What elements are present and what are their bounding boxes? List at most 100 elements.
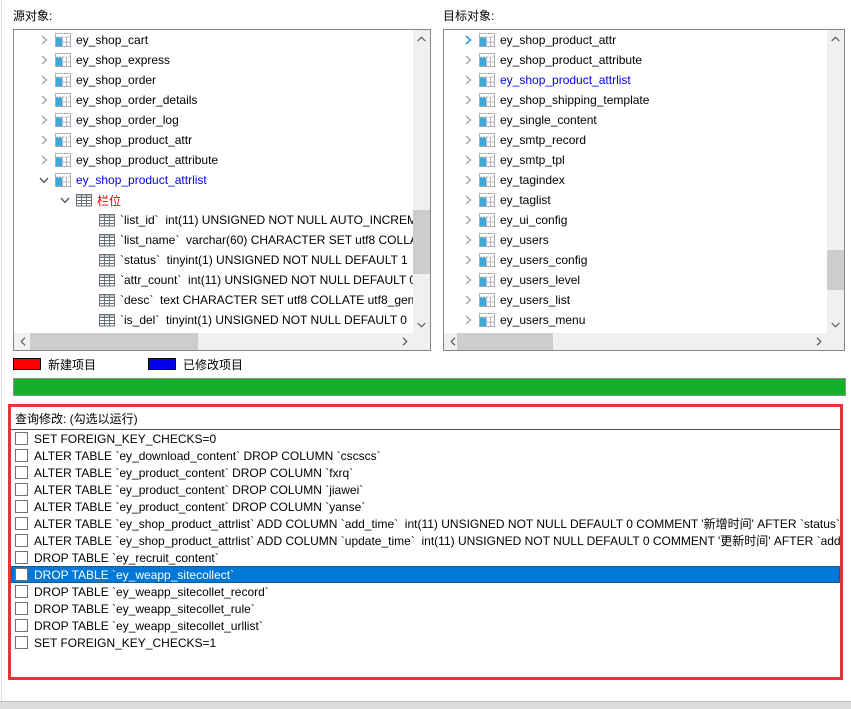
chevron-right-icon[interactable]	[460, 212, 476, 228]
tree-item-ey-shop-product-attribute[interactable]: ey_shop_product_attribute	[14, 150, 413, 170]
query-row-alter-table-ey-shop-product-attrlist-add-column-add-time-int-11-unsigned-not-null-default-0-comment-after-status[interactable]: ALTER TABLE `ey_shop_product_attrlist` A…	[11, 515, 840, 532]
tree-item-label: ey_shop_product_attr	[500, 33, 616, 47]
tree-item-ey-users-menu[interactable]: ey_users_menu	[444, 310, 827, 330]
scroll-right-icon[interactable]	[396, 333, 413, 350]
tree-item-label: ey_shop_product_attrlist	[500, 73, 631, 87]
tree-item-ey-shop-express[interactable]: ey_shop_express	[14, 50, 413, 70]
checkbox[interactable]	[15, 432, 28, 445]
checkbox[interactable]	[15, 619, 28, 632]
chevron-right-icon[interactable]	[460, 192, 476, 208]
checkbox[interactable]	[15, 466, 28, 479]
tree-item-attr-count-int-11-unsigned-not-null-default-0[interactable]: `attr_count` int(11) UNSIGNED NOT NULL D…	[14, 270, 413, 290]
chevron-right-icon[interactable]	[460, 132, 476, 148]
tree-item-ey-users-config[interactable]: ey_users_config	[444, 250, 827, 270]
scroll-right-icon[interactable]	[810, 333, 827, 350]
tree-item-ey-single-content[interactable]: ey_single_content	[444, 110, 827, 130]
chevron-right-icon[interactable]	[36, 92, 52, 108]
chevron-right-icon[interactable]	[36, 152, 52, 168]
target-horizontal-scrollbar[interactable]	[444, 333, 827, 350]
source-hscroll-thumb[interactable]	[30, 333, 198, 350]
chevron-right-icon[interactable]	[460, 172, 476, 188]
chevron-right-icon[interactable]	[460, 32, 476, 48]
tree-item-ey-smtp-record[interactable]: ey_smtp_record	[444, 130, 827, 150]
query-row-alter-table-ey-download-content-drop-column-cscscs[interactable]: ALTER TABLE `ey_download_content` DROP C…	[11, 447, 840, 464]
checkbox[interactable]	[15, 517, 28, 530]
chevron-right-icon[interactable]	[460, 112, 476, 128]
chevron-right-icon[interactable]	[460, 272, 476, 288]
query-row-drop-table-ey-weapp-sitecollect[interactable]: DROP TABLE `ey_weapp_sitecollect`	[11, 566, 840, 583]
source-horizontal-scrollbar[interactable]	[14, 333, 413, 350]
tree-item-ey-taglist[interactable]: ey_taglist	[444, 190, 827, 210]
chevron-right-icon[interactable]	[36, 132, 52, 148]
query-row-set-foreign-key-checks-1[interactable]: SET FOREIGN_KEY_CHECKS=1	[11, 634, 840, 651]
tree-item-ey-users-list[interactable]: ey_users_list	[444, 290, 827, 310]
query-row-set-foreign-key-checks-0[interactable]: SET FOREIGN_KEY_CHECKS=0	[11, 430, 840, 447]
query-row-alter-table-ey-shop-product-attrlist-add-column-update-time-int-11-unsigned-not-null-default-0-comment-after-add-time[interactable]: ALTER TABLE `ey_shop_product_attrlist` A…	[11, 532, 840, 549]
checkbox[interactable]	[15, 568, 28, 581]
chevron-right-icon[interactable]	[460, 252, 476, 268]
chevron-right-icon[interactable]	[460, 232, 476, 248]
tree-item-ey-shop-order[interactable]: ey_shop_order	[14, 70, 413, 90]
chevron-right-icon[interactable]	[460, 72, 476, 88]
query-row-drop-table-ey-weapp-sitecollet-urllist[interactable]: DROP TABLE `ey_weapp_sitecollet_urllist`	[11, 617, 840, 634]
query-row-alter-table-ey-product-content-drop-column-jiawei[interactable]: ALTER TABLE `ey_product_content` DROP CO…	[11, 481, 840, 498]
checkbox[interactable]	[15, 534, 28, 547]
tree-item-ey-smtp-tpl[interactable]: ey_smtp_tpl	[444, 150, 827, 170]
target-vertical-scrollbar[interactable]	[827, 30, 844, 333]
tree-item-ey-users[interactable]: ey_users	[444, 230, 827, 250]
tree-item-ey-shop-product-attr[interactable]: ey_shop_product_attr	[14, 130, 413, 150]
checkbox[interactable]	[15, 449, 28, 462]
tree-item-ey-shop-order-log[interactable]: ey_shop_order_log	[14, 110, 413, 130]
scroll-up-icon[interactable]	[827, 30, 844, 47]
tree-item-ey-ui-config[interactable]: ey_ui_config	[444, 210, 827, 230]
query-row-alter-table-ey-product-content-drop-column-yanse[interactable]: ALTER TABLE `ey_product_content` DROP CO…	[11, 498, 840, 515]
query-row-drop-table-ey-weapp-sitecollet-record[interactable]: DROP TABLE `ey_weapp_sitecollet_record`	[11, 583, 840, 600]
scroll-left-icon[interactable]	[14, 333, 31, 350]
tree-item-ey-users-level[interactable]: ey_users_level	[444, 270, 827, 290]
tree-item-desc-text-character-set-utf8-collate-utf8-general[interactable]: `desc` text CHARACTER SET utf8 COLLATE u…	[14, 290, 413, 310]
tree-item-ey-shop-shipping-template[interactable]: ey_shop_shipping_template	[444, 90, 827, 110]
query-row-alter-table-ey-product-content-drop-column-fxrq[interactable]: ALTER TABLE `ey_product_content` DROP CO…	[11, 464, 840, 481]
tree-item-ey-shop-product-attrlist[interactable]: ey_shop_product_attrlist	[444, 70, 827, 90]
tree-item-ey-shop-cart[interactable]: ey_shop_cart	[14, 30, 413, 50]
tree-item-is-del-tinyint-1-unsigned-not-null-default-0[interactable]: `is_del` tinyint(1) UNSIGNED NOT NULL DE…	[14, 310, 413, 330]
target-objects-tree-panel: ey_shop_product_attr ey_shop_product_attr…	[443, 29, 845, 351]
tree-item-ey-shop-product-attr[interactable]: ey_shop_product_attr	[444, 30, 827, 50]
checkbox[interactable]	[15, 585, 28, 598]
source-vertical-scrollbar[interactable]	[413, 30, 430, 333]
chevron-down-icon[interactable]	[57, 192, 73, 208]
chevron-right-icon[interactable]	[460, 92, 476, 108]
query-row-drop-table-ey-recruit-content[interactable]: DROP TABLE `ey_recruit_content`	[11, 549, 840, 566]
chevron-right-icon[interactable]	[460, 152, 476, 168]
chevron-right-icon[interactable]	[460, 292, 476, 308]
tree-item-label: ey_tagindex	[500, 173, 565, 187]
scroll-down-icon[interactable]	[827, 316, 844, 333]
checkbox[interactable]	[15, 500, 28, 513]
scroll-up-icon[interactable]	[413, 30, 430, 47]
chevron-down-icon[interactable]	[36, 172, 52, 188]
checkbox[interactable]	[15, 636, 28, 649]
tree-item-ey-tagindex[interactable]: ey_tagindex	[444, 170, 827, 190]
tree-item-ey-shop-order-details[interactable]: ey_shop_order_details	[14, 90, 413, 110]
target-vscroll-thumb[interactable]	[827, 250, 844, 290]
checkbox[interactable]	[15, 551, 28, 564]
chevron-right-icon[interactable]	[36, 32, 52, 48]
chevron-right-icon[interactable]	[36, 72, 52, 88]
tree-item-list-id-int-11-unsigned-not-null-auto-increment[interactable]: `list_id` int(11) UNSIGNED NOT NULL AUTO…	[14, 210, 413, 230]
query-row-drop-table-ey-weapp-sitecollet-rule[interactable]: DROP TABLE `ey_weapp_sitecollet_rule`	[11, 600, 840, 617]
tree-item-ey-shop-product-attribute[interactable]: ey_shop_product_attribute	[444, 50, 827, 70]
target-hscroll-thumb[interactable]	[457, 333, 553, 350]
chevron-right-icon[interactable]	[460, 52, 476, 68]
chevron-right-icon[interactable]	[460, 312, 476, 328]
checkbox[interactable]	[15, 602, 28, 615]
tree-item-list-name-varchar-60-character-set-utf8-collate[interactable]: `list_name` varchar(60) CHARACTER SET ut…	[14, 230, 413, 250]
tree-item-partial-row[interactable]: 栏位	[14, 190, 413, 210]
chevron-right-icon[interactable]	[36, 52, 52, 68]
query-statements-list: SET FOREIGN_KEY_CHECKS=0ALTER TABLE `ey_…	[11, 429, 840, 651]
tree-item-ey-shop-product-attrlist[interactable]: ey_shop_product_attrlist	[14, 170, 413, 190]
source-vscroll-thumb[interactable]	[413, 210, 430, 274]
checkbox[interactable]	[15, 483, 28, 496]
scroll-down-icon[interactable]	[413, 316, 430, 333]
tree-item-status-tinyint-1-unsigned-not-null-default-1[interactable]: `status` tinyint(1) UNSIGNED NOT NULL DE…	[14, 250, 413, 270]
chevron-right-icon[interactable]	[36, 112, 52, 128]
